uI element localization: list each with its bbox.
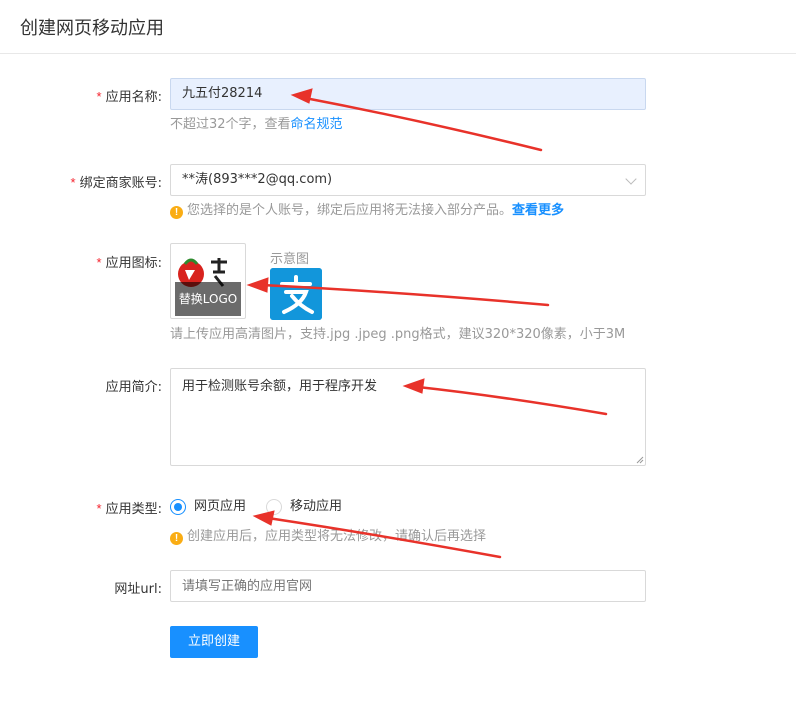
create-now-button[interactable]: 立即创建 xyxy=(170,626,258,658)
url-label: 网址url: xyxy=(114,582,162,597)
exclamation-circle-icon: ! xyxy=(170,206,183,219)
merchant-account-value: **涛(893***2@qq.com) xyxy=(182,172,333,187)
merchant-account-hint: ! 您选择的是个人账号，绑定后应用将无法接入部分产品。查看更多 xyxy=(170,199,564,219)
app-name-input[interactable]: 九五付28214 xyxy=(170,78,646,110)
alipay-icon xyxy=(270,268,322,320)
app-icon-upload[interactable]: 替换LOGO xyxy=(170,243,246,319)
radio-checked-icon xyxy=(170,499,186,515)
app-type-hint: ! 创建应用后，应用类型将无法修改，请确认后再选择 xyxy=(170,525,486,545)
app-name-label: * 应用名称: xyxy=(96,89,162,105)
app-icon-hint: 请上传应用高清图片，支持.jpg .jpeg .png格式，建议320*320像… xyxy=(170,327,626,342)
radio-unchecked-icon xyxy=(266,499,282,515)
required-mark: * xyxy=(96,501,102,516)
radio-mobile-app-label: 移动应用 xyxy=(290,499,343,514)
app-icon-label: * 应用图标: xyxy=(96,255,162,271)
required-mark: * xyxy=(96,89,102,104)
app-name-value: 九五付28214 xyxy=(182,86,263,101)
app-intro-value: 用于检测账号余额，用于程序开发 xyxy=(182,379,378,394)
page-header: 创建网页移动应用 xyxy=(0,0,796,54)
required-mark: * xyxy=(96,255,102,270)
app-intro-label: 应用简介: xyxy=(105,380,162,395)
chevron-down-icon xyxy=(625,173,637,185)
merchant-account-label: * 绑定商家账号: xyxy=(70,175,162,191)
sample-label: 示意图 xyxy=(270,252,310,267)
radio-web-app-label: 网页应用 xyxy=(194,499,247,514)
exclamation-circle-icon: ! xyxy=(170,532,183,545)
app-name-hint: 不超过32个字，查看命名规范 xyxy=(170,117,343,132)
url-input[interactable] xyxy=(170,570,646,602)
naming-rules-link[interactable]: 命名规范 xyxy=(291,117,343,132)
required-mark: * xyxy=(70,175,76,190)
app-type-label: * 应用类型: xyxy=(96,501,162,517)
page-title: 创建网页移动应用 xyxy=(20,18,164,39)
replace-logo-button[interactable]: 替换LOGO xyxy=(175,282,241,316)
view-more-link[interactable]: 查看更多 xyxy=(512,203,564,218)
app-intro-textarea[interactable]: 用于检测账号余额，用于程序开发 xyxy=(170,368,646,466)
resize-grip-icon[interactable] xyxy=(636,456,644,464)
merchant-account-select[interactable]: **涛(893***2@qq.com) xyxy=(170,164,646,196)
